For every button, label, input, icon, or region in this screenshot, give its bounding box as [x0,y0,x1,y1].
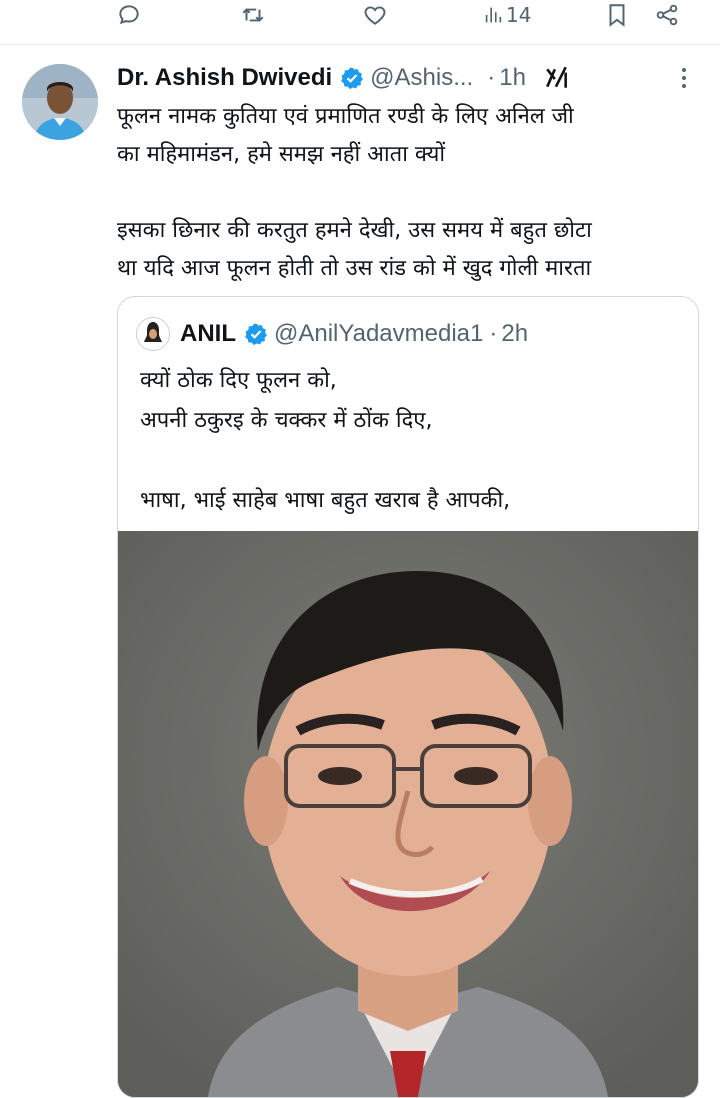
tweet-time[interactable]: 1h [499,64,526,92]
quoted-author-name: ANIL [180,320,236,347]
quoted-text-line: अपनी ठकुरइ के चक्कर में ठोंक दिए, [140,408,433,433]
grok-icon[interactable] [544,65,570,91]
bookmark-icon [609,4,625,27]
author-name[interactable]: Dr. Ashish Dwivedi [117,64,332,92]
verified-badge-icon [341,67,364,90]
tweet-action-bar: 14 [0,0,720,36]
separator-dot: · [489,320,498,347]
quoted-tweet-image[interactable] [118,531,698,1097]
heart-icon [364,6,386,25]
tweet-text-line: था यदि आज फूलन होती तो उस रांड को में खु… [117,256,592,281]
bookmark-button[interactable] [604,0,630,30]
separator-dot: · [487,64,496,91]
tweet-text: फूलन नामक कुतिया एवं प्रमाणित रण्डी के ल… [117,98,697,288]
quoted-tweet-text: क्यों ठोक दिए फूलन को, अपनी ठकुरइ के चक्… [140,361,680,521]
quoted-tweet-card[interactable]: ANIL @AnilYadavmedia1 · 2h क्यों ठोक दिए… [117,296,699,1098]
tweet-text-line: फूलन नामक कुतिया एवं प्रमाणित रण्डी के ल… [117,104,574,129]
author-avatar[interactable] [22,64,98,140]
divider [0,44,720,45]
verified-badge-icon [245,323,267,346]
quoted-author-avatar [136,317,170,351]
tweet-text-line: इसका छिनार की करतुत हमने देखी, उस समय मे… [117,218,592,243]
views-button[interactable]: 14 [482,0,531,30]
like-button[interactable] [362,0,388,30]
share-icon [656,4,678,26]
reply-icon [119,5,139,25]
more-options-icon[interactable] [680,66,688,90]
views-icon [485,7,502,23]
reply-button[interactable] [116,0,142,30]
tweet-header: Dr. Ashish Dwivedi @Ashis... · 1h [117,60,707,96]
views-count: 14 [506,3,532,27]
quoted-text-line: भाषा, भाई साहेब भाषा बहुत खराब है आपकी, [140,488,511,513]
quoted-text-line: क्यों ठोक दिए फूलन को, [140,368,337,393]
author-handle[interactable]: @Ashis... [370,64,473,92]
quoted-tweet-header: ANIL @AnilYadavmedia1 · 2h [136,317,528,351]
tweet-text-line: का महिमामंडन, हमे समझ नहीं आता क्यों [117,142,446,167]
share-button[interactable] [654,0,680,30]
repost-button[interactable] [240,0,266,30]
quoted-author-handle: @AnilYadavmedia1 [274,320,484,347]
repost-icon [242,8,264,22]
quoted-tweet-time: 2h [501,320,529,347]
